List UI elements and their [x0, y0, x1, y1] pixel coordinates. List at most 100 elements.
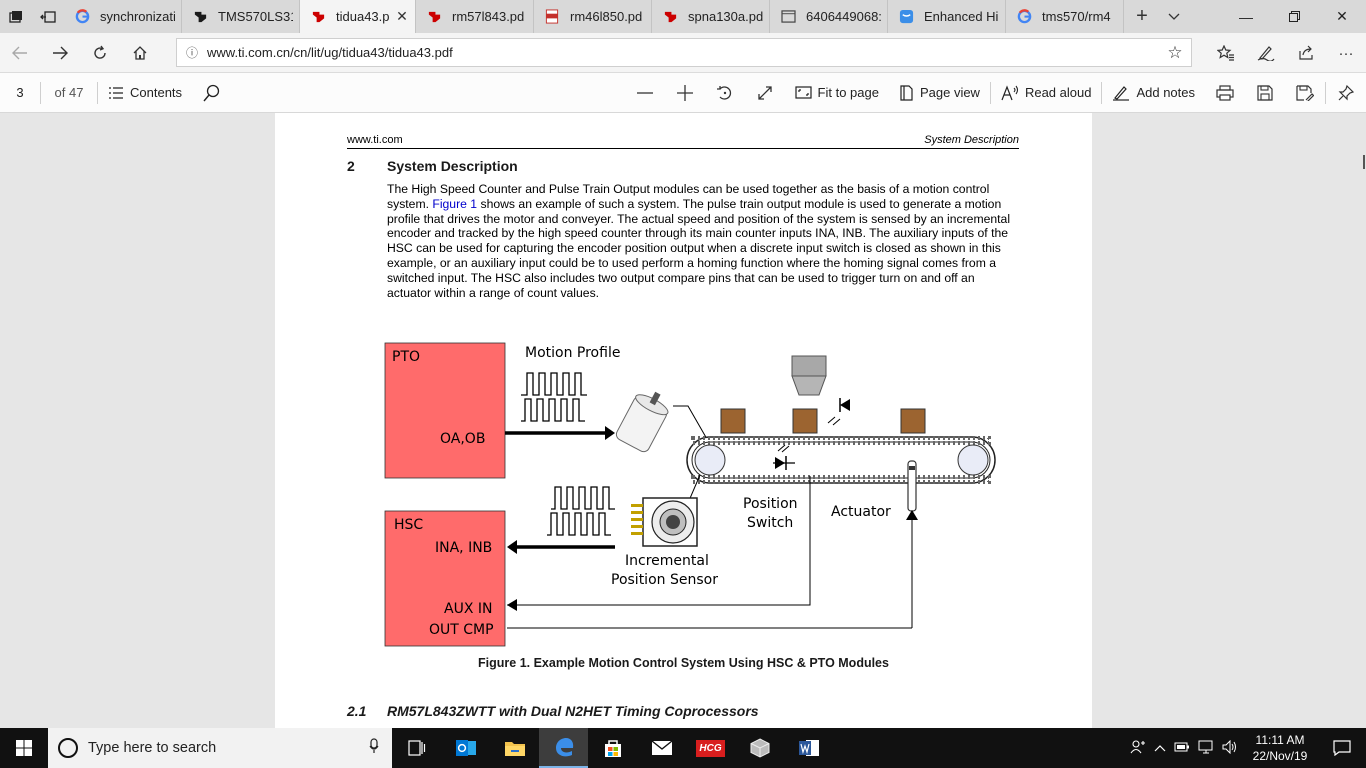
arrowhead [605, 426, 615, 440]
conveyor-box [792, 408, 818, 434]
tab-edge[interactable]: Enhanced Hi [888, 0, 1006, 33]
favorites-icon[interactable] [1206, 33, 1246, 73]
page-number-input[interactable]: 3 [0, 85, 40, 100]
encoder-icon [631, 497, 698, 547]
tabs-aside-icon[interactable] [32, 0, 64, 33]
tab-ti-active[interactable]: tidua43.p ✕ [300, 0, 416, 33]
address-bar[interactable]: ⓘ www.ti.com.cn/cn/lit/ug/tidua43/tidua4… [176, 38, 1192, 67]
motion-profile-label: Motion Profile [525, 345, 620, 361]
pdf-icon [544, 9, 560, 25]
add-notes-button[interactable]: Add notes [1102, 73, 1205, 113]
tab-title: synchronizati [100, 9, 175, 24]
info-icon[interactable]: ⓘ [177, 44, 207, 61]
page-view-label: Page view [919, 85, 980, 100]
tab-title: TMS570LS31 [218, 9, 293, 24]
home-icon[interactable] [120, 33, 160, 73]
3d-cube-icon[interactable] [735, 728, 784, 768]
chevron-up-icon[interactable] [1150, 741, 1170, 755]
tab-bar: synchronizati TMS570LS31 tidua43.p ✕ rm5… [0, 0, 1366, 33]
tab-title: tms570/rm4 [1042, 9, 1111, 24]
minimize-icon[interactable]: — [1222, 0, 1270, 33]
taskbar-search-box[interactable]: Type here to search [48, 728, 392, 768]
outlook-icon[interactable] [441, 728, 490, 768]
fit-to-page-label: Fit to page [817, 85, 879, 100]
refresh-icon[interactable] [80, 33, 120, 73]
tab-page[interactable]: 6406449068: [770, 0, 888, 33]
taskbar: Type here to search HCG 11:11 AM 22/Nov/… [0, 728, 1366, 768]
pdf-page: www.ti.com System Description 2 System D… [275, 113, 1092, 728]
set-aside-tabs-icon[interactable] [0, 0, 32, 33]
browser-tools: ··· [1206, 33, 1366, 73]
google-icon [74, 9, 90, 25]
pto-label: PTO [392, 349, 420, 365]
pen-icon[interactable] [1246, 33, 1286, 73]
out-cmp-label: OUT CMP [429, 622, 494, 638]
share-icon[interactable] [1286, 33, 1326, 73]
waveform-b [521, 398, 585, 422]
search-icon[interactable] [192, 73, 232, 113]
microphone-icon[interactable] [356, 738, 392, 758]
restore-icon[interactable] [1270, 0, 1318, 33]
people-icon[interactable] [1126, 739, 1150, 758]
zoom-in-icon[interactable] [665, 73, 705, 113]
page-view-button[interactable]: Page view [889, 73, 990, 113]
file-explorer-icon[interactable] [490, 728, 539, 768]
scrollbar-thumb[interactable] [1363, 155, 1365, 169]
fullscreen-icon[interactable] [745, 73, 785, 113]
incremental-label-2: Position Sensor [611, 572, 718, 588]
aux-in-label: AUX IN [444, 601, 492, 617]
more-options-icon[interactable]: ··· [1326, 33, 1366, 73]
fit-to-page-button[interactable]: Fit to page [785, 73, 889, 113]
print-icon[interactable] [1205, 73, 1245, 113]
tab-pdf[interactable]: rm46l850.pd [534, 0, 652, 33]
oa-ob-label: OA,OB [440, 431, 485, 447]
tab-google-1[interactable]: synchronizati [64, 0, 182, 33]
chevron-down-icon[interactable] [1160, 0, 1188, 33]
tab-ti-1[interactable]: TMS570LS31 [182, 0, 300, 33]
edge-icon[interactable] [539, 728, 588, 768]
store-icon[interactable] [588, 728, 637, 768]
save-icon[interactable] [1245, 73, 1285, 113]
encoder-waveform-a [551, 486, 615, 510]
tab-ti-2[interactable]: rm57l843.pd [416, 0, 534, 33]
rotate-icon[interactable] [705, 73, 745, 113]
read-aloud-label: Read aloud [1024, 85, 1092, 100]
favorite-star-icon[interactable]: ☆ [1159, 43, 1191, 63]
list-icon [108, 86, 124, 99]
close-window-icon[interactable]: ✕ [1318, 0, 1366, 33]
back-icon[interactable] [0, 33, 40, 73]
battery-icon[interactable] [1170, 741, 1194, 755]
tab-google-2[interactable]: tms570/rm4 [1006, 0, 1124, 33]
pin-toolbar-icon[interactable] [1326, 73, 1366, 113]
volume-icon[interactable] [1218, 739, 1242, 757]
zoom-out-icon[interactable] [625, 73, 665, 113]
windows-start-icon[interactable] [0, 728, 48, 768]
notification-center-icon[interactable] [1318, 740, 1366, 756]
word-icon[interactable] [784, 728, 833, 768]
hopper-icon [791, 355, 827, 396]
hcg-app-icon[interactable]: HCG [686, 728, 735, 768]
page-icon [780, 9, 796, 25]
clock[interactable]: 11:11 AM 22/Nov/19 [1242, 732, 1318, 764]
pdf-toolbar: 3 of 47 Contents Fit to page Page view R… [0, 73, 1366, 113]
contents-label: Contents [130, 85, 183, 100]
ti-logo-icon [426, 9, 442, 25]
add-notes-label: Add notes [1136, 85, 1195, 100]
ina-inb-label: INA, INB [435, 540, 492, 556]
pdf-viewer[interactable]: www.ti.com System Description 2 System D… [0, 113, 1366, 728]
tab-ti-3[interactable]: spna130a.pd [652, 0, 770, 33]
hcg-label: HCG [696, 739, 725, 757]
clock-time: 11:11 AM [1255, 733, 1305, 747]
contents-button[interactable]: Contents [98, 73, 192, 113]
page-count: of 47 [54, 85, 84, 100]
save-as-icon[interactable] [1285, 73, 1325, 113]
new-tab-icon[interactable]: + [1124, 0, 1160, 33]
mail-icon[interactable] [637, 728, 686, 768]
forward-icon[interactable] [40, 33, 80, 73]
read-aloud-button[interactable]: Read aloud [991, 73, 1102, 113]
close-tab-icon[interactable]: ✕ [395, 8, 409, 25]
motor-icon [615, 391, 669, 453]
network-icon[interactable] [1194, 740, 1218, 757]
task-view-icon[interactable] [392, 728, 441, 768]
navigation-bar: ⓘ www.ti.com.cn/cn/lit/ug/tidua43/tidua4… [0, 33, 1366, 73]
